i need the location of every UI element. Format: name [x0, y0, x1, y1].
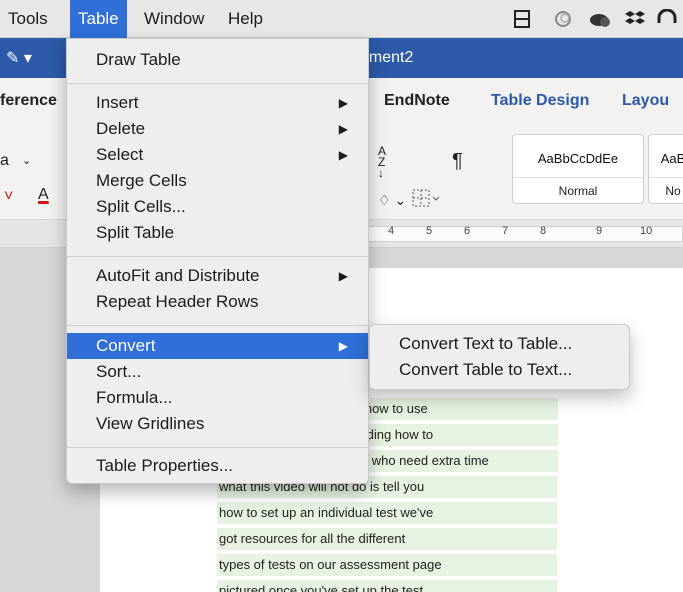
- menu-item-label: Draw Table: [96, 50, 181, 69]
- menu-item-label: Delete: [96, 119, 146, 138]
- headphones-icon[interactable]: [656, 8, 677, 29]
- ruler-number: 10: [640, 225, 653, 237]
- menu-window[interactable]: Window: [136, 0, 212, 38]
- menu-table[interactable]: Table: [70, 0, 127, 38]
- sort-button[interactable]: A Z ↓: [378, 145, 392, 179]
- convert-submenu: Convert Text to Table... Convert Table t…: [369, 324, 630, 390]
- dropbox-icon[interactable]: [624, 9, 645, 29]
- submenu-arrow-icon: ▶: [338, 339, 348, 353]
- menu-tools[interactable]: Tools: [0, 0, 56, 38]
- submenu-arrow-icon: ▶: [338, 269, 348, 283]
- menu-item-label: Formula...: [96, 388, 173, 407]
- menu-item-merge-cells[interactable]: Merge Cells: [67, 168, 368, 194]
- menu-item-convert[interactable]: Convert ▶: [67, 333, 368, 359]
- table-row[interactable]: pictured once you've set up the test: [217, 580, 557, 592]
- menu-item-convert-text-to-table[interactable]: Convert Text to Table...: [370, 331, 629, 357]
- tab-table-design[interactable]: Table Design: [491, 92, 589, 110]
- menu-separator: [67, 256, 368, 257]
- menu-item-select[interactable]: Select ▶: [67, 142, 368, 168]
- menu-item-table-properties[interactable]: Table Properties...: [67, 453, 368, 479]
- table-row[interactable]: how to set up an individual test we've: [217, 502, 557, 524]
- table-row[interactable]: types of tests on our assessment page: [217, 554, 557, 576]
- style-name: Normal: [513, 177, 643, 203]
- menu-item-split-cells[interactable]: Split Cells...: [67, 194, 368, 220]
- filmstrip-icon[interactable]: [512, 9, 532, 29]
- ruler-number: 9: [596, 225, 603, 237]
- menu-separator: [67, 325, 368, 326]
- pilcrow-button[interactable]: ¶: [452, 150, 463, 173]
- quick-access-toolbar[interactable]: ✎ ▾: [6, 48, 32, 68]
- menu-separator: [67, 447, 368, 448]
- style-sample: AaB: [660, 151, 683, 166]
- table-row[interactable]: cluding how to: [348, 424, 558, 446]
- borders-icon[interactable]: [412, 188, 440, 213]
- ruler-number: 8: [540, 225, 547, 237]
- menu-item-label: Repeat Header Rows: [96, 292, 259, 311]
- menu-item-label: Merge Cells: [96, 171, 187, 190]
- menu-item-draw-table[interactable]: Draw Table: [67, 47, 368, 73]
- ruler-number: 7: [502, 225, 509, 237]
- table-row[interactable]: u how to use: [352, 398, 558, 420]
- submenu-arrow-icon: ▶: [338, 96, 348, 110]
- table-row[interactable]: got resources for all the different: [217, 528, 557, 550]
- menu-item-view-gridlines[interactable]: View Gridlines: [67, 411, 368, 437]
- menu-item-convert-table-to-text[interactable]: Convert Table to Text...: [370, 357, 629, 383]
- menu-item-label: AutoFit and Distribute: [96, 266, 260, 285]
- cloud-sync-icon[interactable]: [588, 9, 610, 29]
- menu-item-label: Table Properties...: [96, 456, 234, 475]
- menu-item-label: Split Cells...: [96, 197, 186, 216]
- tab-layout[interactable]: Layou: [622, 92, 669, 110]
- menu-item-label: Split Table: [96, 223, 175, 242]
- ruler-number: 6: [464, 225, 471, 237]
- font-name-dropdown[interactable]: a: [0, 152, 9, 170]
- style-normal[interactable]: AaBbCcDdEe Normal: [512, 134, 644, 204]
- tab-references[interactable]: ference: [0, 92, 57, 110]
- menu-item-sort[interactable]: Sort...: [67, 359, 368, 385]
- table-menu-dropdown: Draw Table Insert ▶ Delete ▶ Select ▶ Merge…: [66, 38, 369, 484]
- style-name: No: [649, 177, 683, 203]
- menu-separator: [67, 83, 368, 84]
- crescent-icon[interactable]: [553, 9, 573, 29]
- menu-item-formula[interactable]: Formula...: [67, 385, 368, 411]
- ruler-number: 5: [426, 225, 433, 237]
- highlight-color-button[interactable]: ˅: [4, 188, 13, 206]
- menu-item-label: Convert: [96, 336, 156, 355]
- menu-item-insert[interactable]: Insert ▶: [67, 90, 368, 116]
- menu-item-label: Insert: [96, 93, 139, 112]
- mac-menu-bar: Tools Table Window Help: [0, 0, 683, 38]
- chevron-down-icon: ⌄: [22, 155, 32, 167]
- menu-item-label: Sort...: [96, 362, 142, 381]
- submenu-arrow-icon: ▶: [338, 148, 348, 162]
- style-no-spacing[interactable]: AaB No: [648, 134, 683, 204]
- tab-endnote[interactable]: EndNote: [384, 92, 450, 110]
- menu-item-split-table[interactable]: Split Table: [67, 220, 368, 246]
- shading-icon[interactable]: ♢ ⌄: [378, 192, 406, 209]
- menu-item-autofit[interactable]: AutoFit and Distribute ▶: [67, 263, 368, 289]
- menu-item-label: Select: [96, 145, 144, 164]
- ruler-strip: [368, 226, 683, 242]
- menu-item-repeat-header-rows[interactable]: Repeat Header Rows: [67, 289, 368, 315]
- style-sample: AaBbCcDdEe: [537, 151, 619, 166]
- menu-item-delete[interactable]: Delete ▶: [67, 116, 368, 142]
- font-color-button[interactable]: A: [38, 186, 49, 204]
- menu-help[interactable]: Help: [220, 0, 271, 38]
- submenu-arrow-icon: ▶: [338, 122, 348, 136]
- menu-item-label: View Gridlines: [96, 414, 205, 433]
- ruler-number: 4: [388, 225, 395, 237]
- table-row[interactable]: ts who need extra time: [356, 450, 558, 472]
